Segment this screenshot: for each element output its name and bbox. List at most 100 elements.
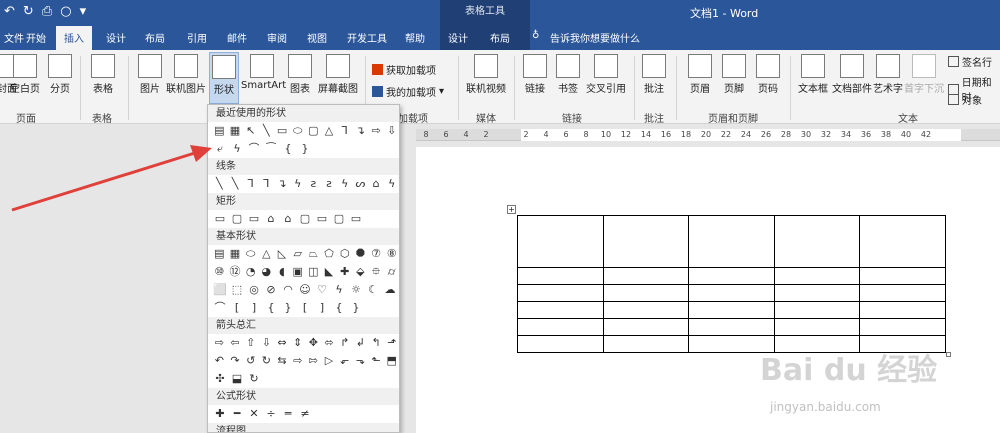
shape-option-icon[interactable]: ⌭: [384, 264, 399, 280]
comment-button[interactable]: 批注: [640, 54, 668, 95]
shape-option-icon[interactable]: ↱: [337, 335, 352, 351]
table-cell[interactable]: [517, 215, 604, 268]
tab-table-layout[interactable]: 布局: [490, 30, 510, 45]
page-break-button[interactable]: 分页: [46, 54, 74, 95]
shape-option-icon[interactable]: ⤶: [212, 141, 228, 157]
shape-option-icon[interactable]: ▢: [306, 123, 321, 139]
pictures-button[interactable]: 图片: [136, 54, 164, 95]
shape-option-icon[interactable]: ↴: [353, 123, 368, 139]
redo-icon[interactable]: ↻: [23, 4, 34, 19]
table-cell[interactable]: [688, 318, 775, 336]
tab-references[interactable]: 引用: [187, 30, 207, 45]
shape-option-icon[interactable]: ⊘: [263, 282, 279, 298]
table-cell[interactable]: [602, 318, 690, 336]
shape-option-icon[interactable]: ƨ: [306, 176, 321, 192]
shape-option-icon[interactable]: ϟ: [331, 282, 347, 298]
shape-option-icon[interactable]: ↷: [228, 353, 243, 369]
shape-option-icon[interactable]: ↴: [275, 176, 290, 192]
shape-option-icon[interactable]: ✕: [246, 406, 262, 422]
shape-option-icon[interactable]: ▢: [229, 211, 245, 227]
shape-option-icon[interactable]: ━: [229, 406, 245, 422]
shape-option-icon[interactable]: ▦: [228, 123, 243, 139]
shape-option-icon[interactable]: ▭: [246, 211, 262, 227]
shape-option-icon[interactable]: △: [322, 123, 337, 139]
document-table[interactable]: [517, 215, 946, 353]
shape-option-icon[interactable]: ☺: [297, 282, 313, 298]
shape-option-icon[interactable]: ⑦: [369, 246, 384, 262]
table-cell[interactable]: [773, 267, 861, 285]
signature-line-button[interactable]: 签名行: [948, 54, 992, 69]
table-cell[interactable]: [602, 335, 690, 353]
shape-option-icon[interactable]: ▭: [212, 211, 228, 227]
tab-file[interactable]: 文件: [4, 30, 24, 45]
tab-review[interactable]: 审阅: [267, 30, 287, 45]
my-addins-button[interactable]: 我的加载项 ▾: [372, 84, 444, 99]
shape-option-icon[interactable]: ⬓: [229, 371, 245, 387]
shape-option-icon[interactable]: ▭: [348, 211, 364, 227]
shape-option-icon[interactable]: ╲: [212, 176, 227, 192]
save-icon[interactable]: ⎙: [42, 4, 52, 19]
shape-option-icon[interactable]: ▤: [212, 123, 227, 139]
shape-option-icon[interactable]: ◖: [275, 264, 290, 280]
table-cell[interactable]: [517, 267, 604, 285]
shape-option-icon[interactable]: ⬒: [384, 353, 399, 369]
shape-option-icon[interactable]: ╲: [228, 176, 243, 192]
shape-option-icon[interactable]: ⇰: [306, 353, 321, 369]
get-addins-button[interactable]: 获取加载项: [372, 62, 436, 77]
shape-option-icon[interactable]: ◕: [259, 264, 274, 280]
customize-qat-icon[interactable]: ▾: [80, 4, 87, 19]
shape-option-icon[interactable]: ⬏: [384, 335, 399, 351]
horizontal-ruler[interactable]: 8 6 4 2 2 4 6 8 10 12 14 16 18 20 22 24 26 28 30 32 34 36 38 40…: [416, 129, 1000, 141]
shape-option-icon[interactable]: ◫: [306, 264, 321, 280]
shape-option-icon[interactable]: [: [229, 300, 245, 316]
shape-option-icon[interactable]: ⬠: [322, 246, 337, 262]
table-cell[interactable]: [859, 318, 946, 336]
shape-option-icon[interactable]: ⬭: [290, 123, 305, 139]
tab-table-design[interactable]: 设计: [448, 30, 468, 45]
shape-option-icon[interactable]: ⌒: [246, 141, 262, 157]
cross-reference-button[interactable]: 交叉引用: [584, 54, 628, 95]
shape-option-icon[interactable]: ▢: [331, 211, 347, 227]
table-cell[interactable]: [773, 215, 861, 268]
table-cell[interactable]: [859, 284, 946, 302]
shape-option-icon[interactable]: ]: [246, 300, 262, 316]
shape-option-icon[interactable]: ϟ: [290, 176, 305, 192]
shape-option-icon[interactable]: ↲: [353, 335, 368, 351]
shape-option-icon[interactable]: ⯐: [369, 264, 384, 280]
shape-option-icon[interactable]: ≠: [297, 406, 313, 422]
shape-option-icon[interactable]: ⇩: [384, 123, 399, 139]
shape-option-icon[interactable]: {: [280, 141, 296, 157]
shape-option-icon[interactable]: ▭: [275, 123, 290, 139]
shape-option-icon[interactable]: }: [348, 300, 364, 316]
shape-option-icon[interactable]: ╲: [259, 123, 274, 139]
textbox-button[interactable]: 文本框: [796, 54, 830, 95]
shape-option-icon[interactable]: ⬜: [212, 282, 228, 298]
shape-option-icon[interactable]: ⇨: [369, 123, 384, 139]
shape-option-icon[interactable]: ◎: [246, 282, 262, 298]
chart-button[interactable]: 图表: [286, 54, 314, 95]
shape-option-icon[interactable]: [: [297, 300, 313, 316]
shape-option-icon[interactable]: ÷: [263, 406, 279, 422]
table-button[interactable]: 表格: [88, 54, 118, 95]
undo-icon[interactable]: ↶: [4, 4, 15, 19]
shape-option-icon[interactable]: ⯃: [353, 246, 368, 262]
shape-option-icon[interactable]: ⬐: [337, 353, 352, 369]
shape-option-icon[interactable]: ⁀: [263, 141, 279, 157]
shape-option-icon[interactable]: ⑫: [228, 264, 243, 280]
shape-option-icon[interactable]: ▭: [314, 211, 330, 227]
shape-option-icon[interactable]: ⏢: [306, 246, 321, 262]
shape-option-icon[interactable]: ▤: [212, 246, 227, 262]
page-number-button[interactable]: 页码: [754, 54, 782, 95]
shape-option-icon[interactable]: ⬎: [353, 353, 368, 369]
shape-option-icon[interactable]: ✚: [212, 406, 228, 422]
shape-option-icon[interactable]: }: [297, 141, 313, 157]
shape-option-icon[interactable]: ⇆: [275, 353, 290, 369]
table-cell[interactable]: [859, 215, 946, 268]
shape-option-icon[interactable]: ◣: [322, 264, 337, 280]
shape-option-icon[interactable]: ✚: [337, 264, 352, 280]
shape-option-icon[interactable]: ⌒: [212, 300, 228, 316]
shape-option-icon[interactable]: ☼: [348, 282, 364, 298]
shape-option-icon[interactable]: ▣: [290, 264, 305, 280]
shape-option-icon[interactable]: ▷: [322, 353, 337, 369]
table-cell[interactable]: [688, 215, 775, 268]
